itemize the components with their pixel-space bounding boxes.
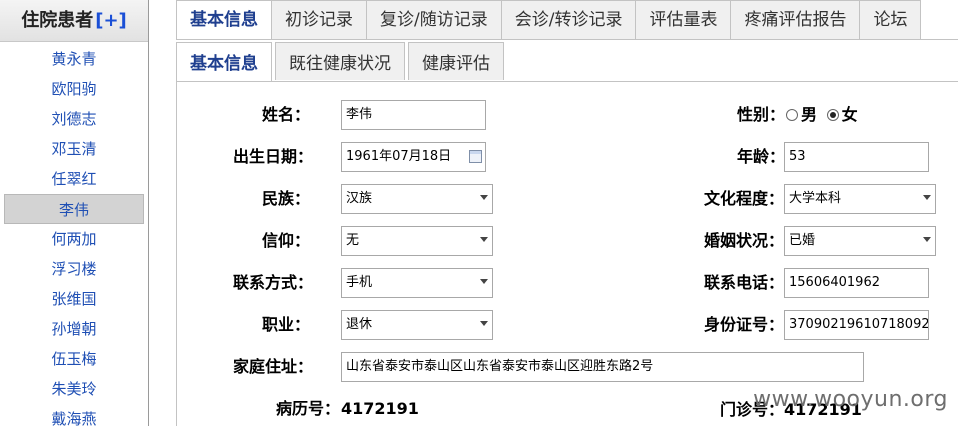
gender-male-radio[interactable] <box>786 109 798 121</box>
tab-0[interactable]: 基本信息 <box>176 0 272 40</box>
main-panel: 基本信息 初诊记录 复诊/随访记录 会诊/转诊记录 评估量表 疼痛评估报告 论坛 基本信息既… <box>149 0 958 426</box>
record-number-label: 病历号： <box>276 399 341 418</box>
chevron-down-icon <box>923 237 931 242</box>
patient-list-item[interactable]: 张维国 <box>0 284 148 314</box>
patient-list-item[interactable]: 黄永青 <box>0 44 148 74</box>
sub-tab-2[interactable]: 健康评估 <box>408 42 504 80</box>
religion-label: 信仰： <box>262 231 311 250</box>
address-label: 家庭住址： <box>233 357 314 376</box>
birth-date-label: 出生日期： <box>233 147 314 166</box>
patient-list: 黄永青 欧阳驹 刘德志 邓玉清 任翠红 李伟 何两加 浮习楼 张维国 孙增朝 伍玉梅 朱美玲 戴海燕 <box>0 42 148 426</box>
patient-list-item[interactable]: 任翠红 <box>0 164 148 194</box>
patient-list-item[interactable]: 朱美玲 <box>0 374 148 404</box>
sidebar-title: 住院患者 <box>21 10 94 31</box>
sidebar-header: 住院患者 [+] <box>0 0 148 42</box>
id-card-input[interactable]: 370902196107180922 <box>784 310 929 340</box>
sub-tabs: 基本信息 既往健康状况 健康评估 <box>176 42 507 82</box>
patient-list-item[interactable]: 浮习楼 <box>0 254 148 284</box>
occupation-value: 退休 <box>346 317 373 332</box>
basic-info-form: 姓名： 李伟 性别： 男 女 出生日期： 1961年07月18日 年龄： 53 … <box>176 81 958 426</box>
occupation-select[interactable]: 退休 <box>341 310 493 340</box>
phone-input[interactable]: 15606401962 <box>784 268 929 298</box>
religion-value: 无 <box>346 233 360 248</box>
age-label: 年龄： <box>737 147 786 166</box>
religion-select[interactable]: 无 <box>341 226 493 256</box>
patient-sidebar: 住院患者 [+] 黄永青 欧阳驹 刘德志 邓玉清 任翠红 李伟 何两加 浮习楼 张维国 孙增朝 伍玉梅… <box>0 0 149 426</box>
chevron-down-icon <box>480 279 488 284</box>
tab-6[interactable]: 论坛 <box>859 0 922 39</box>
education-select[interactable]: 大学本科 <box>784 184 936 214</box>
ethnicity-select[interactable]: 汉族 <box>341 184 493 214</box>
patient-list-item[interactable]: 欧阳驹 <box>0 74 148 104</box>
tab-2[interactable]: 复诊/随访记录 <box>366 0 502 39</box>
gender-label: 性别： <box>737 105 786 124</box>
age-input[interactable]: 53 <box>784 142 929 172</box>
gender-female-text: 女 <box>841 105 858 124</box>
sub-tab-0[interactable]: 基本信息 <box>176 42 272 82</box>
id-card-label: 身份证号： <box>704 315 785 334</box>
chevron-down-icon <box>480 237 488 242</box>
birth-date-input[interactable]: 1961年07月18日 <box>341 142 486 172</box>
occupation-label: 职业： <box>262 315 311 334</box>
contact-method-label: 联系方式： <box>233 273 314 292</box>
gender-female-radio[interactable] <box>826 109 839 121</box>
patient-list-item[interactable]: 何两加 <box>0 224 148 254</box>
record-number-value: 4172191 <box>341 399 419 418</box>
add-patient-button[interactable]: [+] <box>95 10 127 31</box>
watermark: www.wooyun.org <box>753 387 948 412</box>
patient-list-item[interactable]: 李伟 <box>4 194 144 224</box>
tab-4[interactable]: 评估量表 <box>635 0 732 39</box>
marital-status-select[interactable]: 已婚 <box>784 226 936 256</box>
name-label: 姓名： <box>262 105 311 124</box>
ethnicity-value: 汉族 <box>346 191 373 206</box>
gender-radio-group: 男 女 <box>786 105 862 125</box>
tab-3[interactable]: 会诊/转诊记录 <box>500 0 637 39</box>
gender-male-text: 男 <box>801 105 818 124</box>
sub-tab-1[interactable]: 既往健康状况 <box>275 42 405 80</box>
contact-method-select[interactable]: 手机 <box>341 268 493 298</box>
calendar-icon[interactable] <box>469 150 482 163</box>
tab-divider <box>176 39 958 40</box>
phone-label: 联系电话： <box>704 273 785 292</box>
tab-1[interactable]: 初诊记录 <box>271 0 367 39</box>
chevron-down-icon <box>923 195 931 200</box>
education-label: 文化程度： <box>704 189 785 208</box>
chevron-down-icon <box>480 321 488 326</box>
ethnicity-label: 民族： <box>262 189 311 208</box>
address-input[interactable]: 山东省泰安市泰山区山东省泰安市泰山区迎胜东路2号 <box>341 352 864 382</box>
tab-5[interactable]: 疼痛评估报告 <box>730 0 861 39</box>
patient-list-item[interactable]: 伍玉梅 <box>0 344 148 374</box>
chevron-down-icon <box>480 195 488 200</box>
name-input[interactable]: 李伟 <box>341 100 486 130</box>
marital-status-value: 已婚 <box>789 233 816 248</box>
education-value: 大学本科 <box>789 191 842 206</box>
birth-date-value: 1961年07月18日 <box>346 149 452 164</box>
patient-list-item[interactable]: 孙增朝 <box>0 314 148 344</box>
marital-status-label: 婚姻状况： <box>704 231 785 250</box>
main-tabs: 基本信息 初诊记录 复诊/随访记录 会诊/转诊记录 评估量表 疼痛评估报告 论坛 <box>176 0 922 40</box>
patient-list-item[interactable]: 刘德志 <box>0 104 148 134</box>
patient-list-item[interactable]: 邓玉清 <box>0 134 148 164</box>
patient-list-item[interactable]: 戴海燕 <box>0 404 148 426</box>
contact-method-value: 手机 <box>346 275 373 290</box>
